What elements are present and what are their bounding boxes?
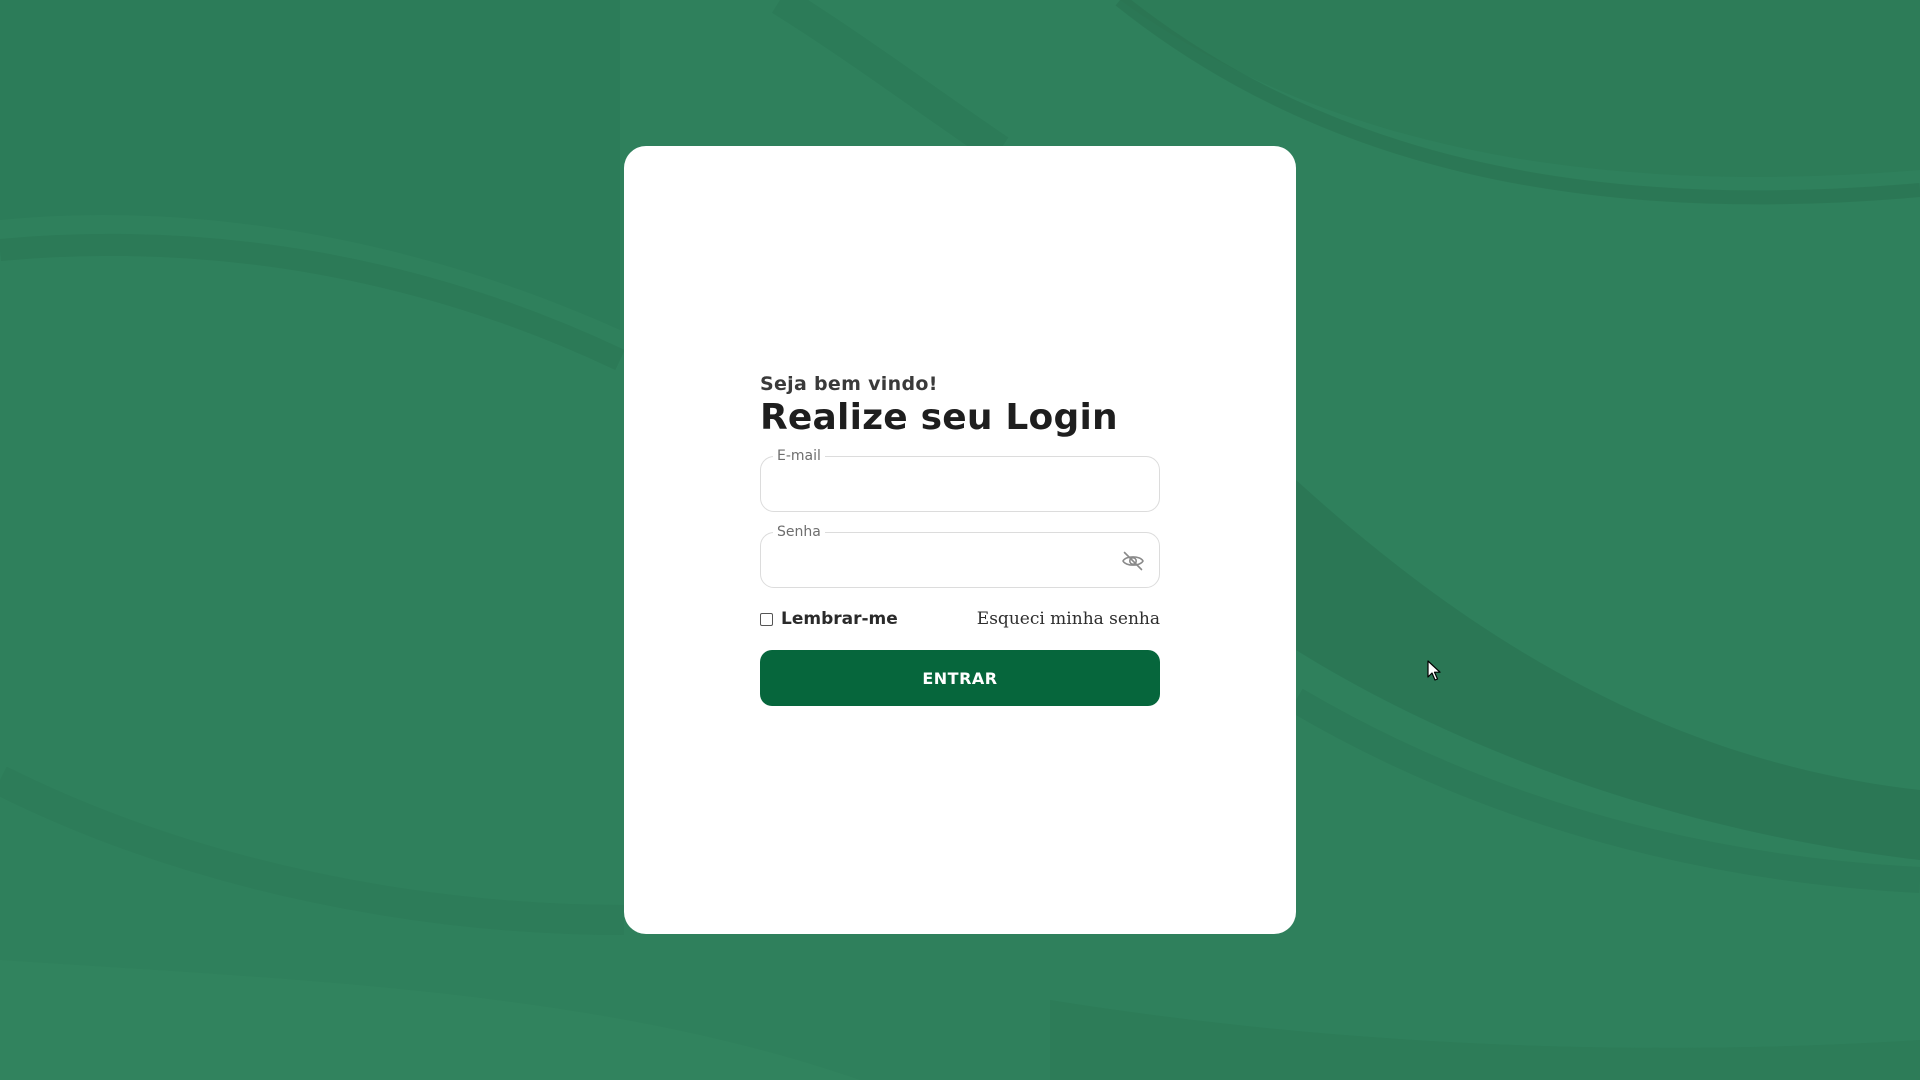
page-title: Realize seu Login [760,397,1118,438]
mouse-pointer-icon [1427,660,1441,681]
remember-me-label: Lembrar-me [781,609,898,629]
login-button[interactable]: ENTRAR [760,650,1160,706]
remember-me-checkbox[interactable] [760,612,773,626]
eye-off-icon[interactable] [1121,549,1145,573]
login-card: Seja bem vindo! Realize seu Login E-mail… [624,146,1296,934]
password-input[interactable] [775,545,1109,577]
login-form: Seja bem vindo! Realize seu Login E-mail… [760,372,1160,706]
password-field[interactable]: Senha [760,524,1160,588]
password-label: Senha [773,524,825,540]
email-field[interactable]: E-mail [760,448,1160,512]
login-options: Lembrar-me Esqueci minha senha [760,608,1160,630]
email-input[interactable] [775,469,1109,501]
forgot-password-link[interactable]: Esqueci minha senha [977,609,1160,629]
email-label: E-mail [773,448,825,464]
welcome-text: Seja bem vindo! [760,373,938,395]
remember-me-toggle[interactable]: Lembrar-me [760,609,898,629]
